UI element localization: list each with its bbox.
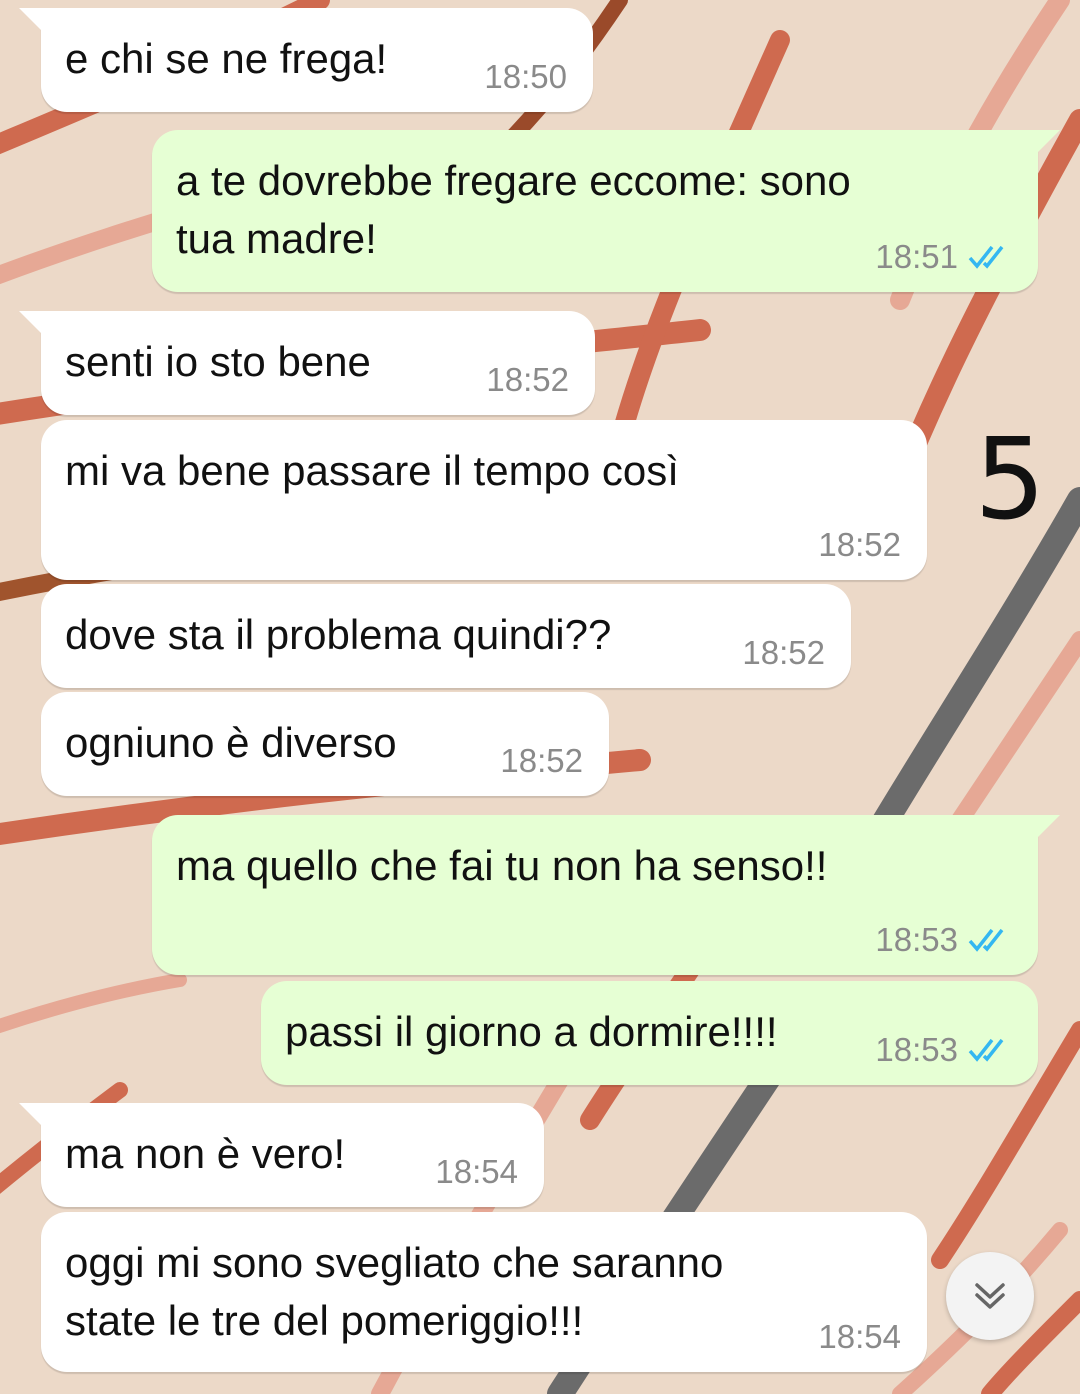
message-text: a te dovrebbe fregare eccome: sono tua m… (176, 157, 851, 262)
incoming-message[interactable]: senti io sto bene 18:52 (19, 311, 595, 415)
double-check-icon (968, 1038, 1004, 1062)
message-time: 18:52 (818, 526, 901, 563)
double-check-icon (968, 245, 1004, 269)
incoming-message[interactable]: mi va bene passare il tempo così 18:52 (41, 420, 927, 580)
outgoing-message[interactable]: passi il giorno a dormire!!!! 18:53 (261, 981, 1038, 1085)
message-time: 18:50 (484, 58, 567, 95)
incoming-message[interactable]: dove sta il problema quindi?? 18:52 (41, 584, 851, 688)
scroll-down-button[interactable] (946, 1252, 1034, 1340)
incoming-message[interactable]: oggi mi sono svegliato che saranno state… (41, 1212, 927, 1372)
incoming-message[interactable]: ogniuno è diverso 18:52 (41, 692, 609, 796)
message-text: oggi mi sono svegliato che saranno state… (65, 1239, 724, 1344)
message-time: 18:52 (486, 361, 569, 398)
message-text: ma non è vero! (65, 1130, 346, 1177)
message-time: 18:52 (500, 742, 583, 779)
incoming-message[interactable]: ma non è vero! 18:54 (19, 1103, 544, 1207)
annotation-text: 5 (974, 420, 1045, 530)
message-time: 18:53 (875, 921, 958, 958)
outgoing-message[interactable]: a te dovrebbe fregare eccome: sono tua m… (152, 130, 1060, 292)
message-text: passi il giorno a dormire!!!! (285, 1008, 778, 1055)
message-text: dove sta il problema quindi?? (65, 611, 612, 658)
handwritten-annotation: 5 (974, 420, 1045, 530)
message-text: mi va bene passare il tempo così (65, 447, 679, 494)
message-time: 18:52 (742, 634, 825, 671)
message-text: ogniuno è diverso (65, 719, 397, 766)
message-text: e chi se ne frega! (65, 35, 388, 82)
message-text: ma quello che fai tu non ha senso!! (176, 842, 828, 889)
double-check-icon (968, 928, 1004, 952)
message-text: senti io sto bene (65, 338, 371, 385)
chevron-double-down-icon (975, 1283, 1005, 1309)
message-time: 18:53 (875, 1031, 958, 1068)
incoming-message[interactable]: e chi se ne frega! 18:50 (19, 8, 593, 112)
message-time: 18:54 (818, 1318, 901, 1355)
message-time: 18:51 (875, 238, 958, 275)
outgoing-message[interactable]: ma quello che fai tu non ha senso!! 18:5… (152, 815, 1060, 975)
message-time: 18:54 (435, 1153, 518, 1190)
